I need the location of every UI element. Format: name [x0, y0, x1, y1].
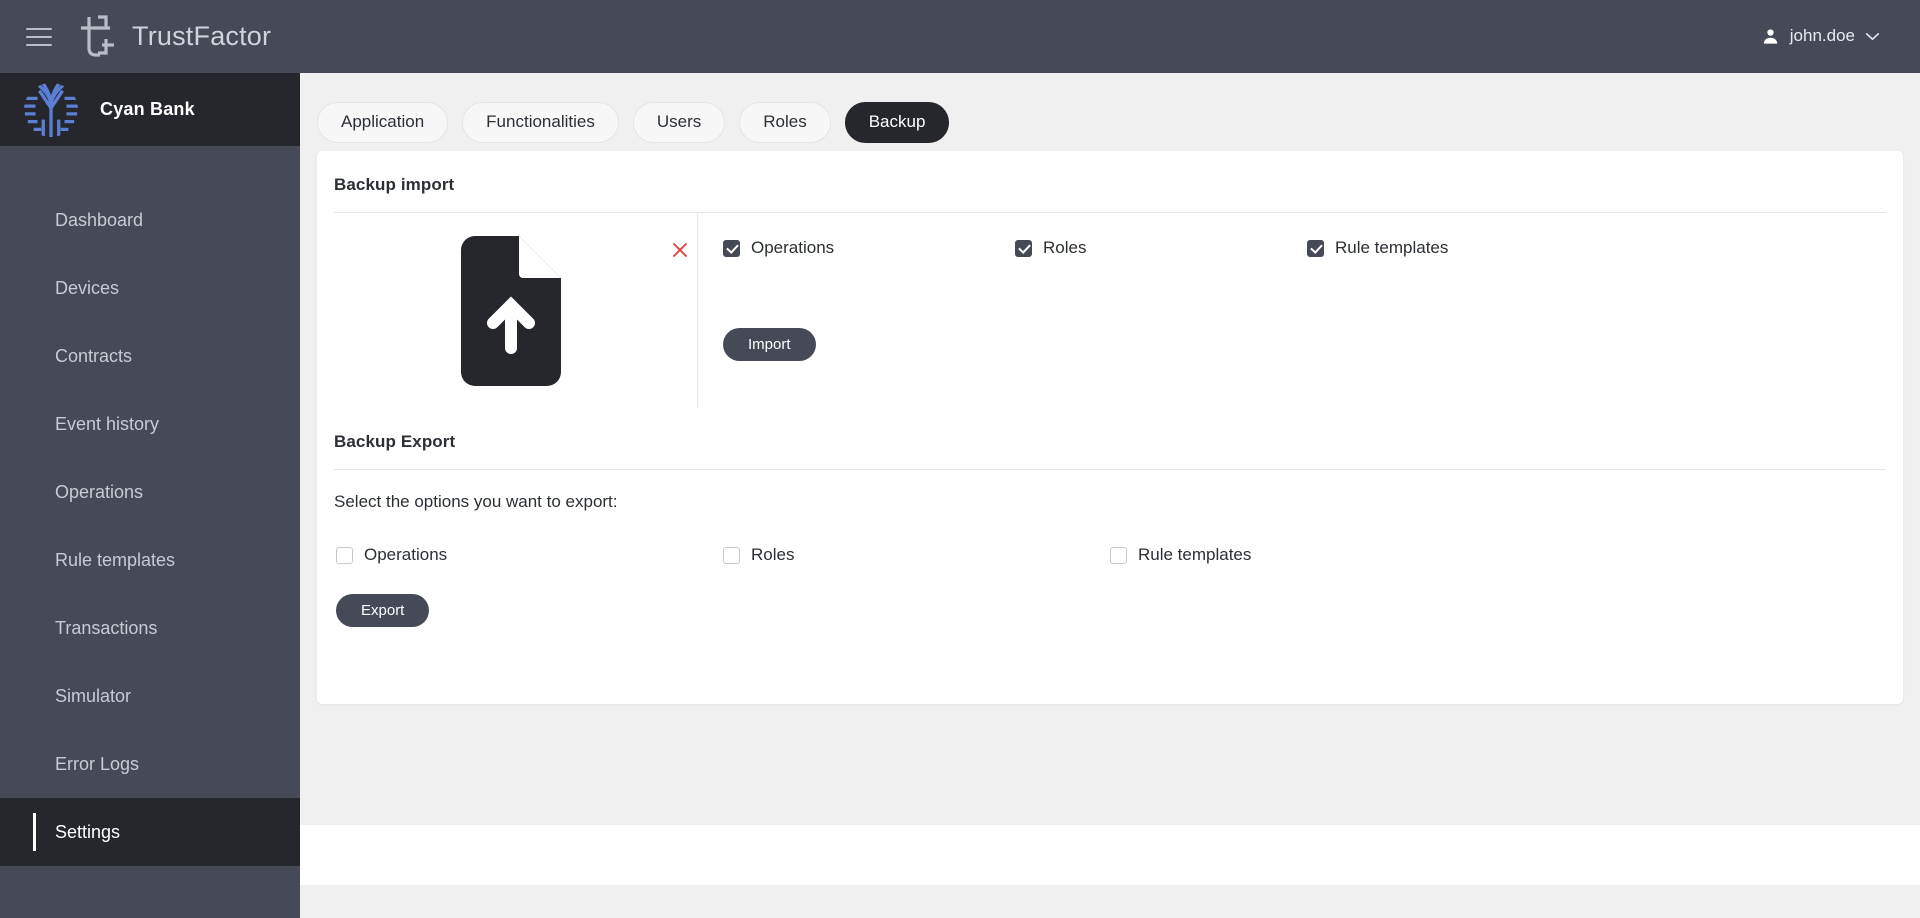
file-drop-zone[interactable]: [317, 213, 697, 408]
export-hint: Select the options you want to export:: [317, 470, 1903, 512]
export-checkbox-group: Operations Roles Rule templates: [317, 512, 1903, 565]
tab-functionalities[interactable]: Functionalities: [462, 102, 619, 143]
import-checkbox-rule-templates[interactable]: Rule templates: [1307, 238, 1448, 258]
tab-label: Functionalities: [486, 112, 595, 132]
settings-tabs: Application Functionalities Users Roles …: [300, 73, 1920, 151]
checkbox-box[interactable]: [1110, 547, 1127, 564]
tab-label: Users: [657, 112, 701, 132]
sidebar-item-label: Operations: [55, 482, 143, 503]
sidebar-item-event-history[interactable]: Event history: [0, 390, 300, 458]
export-button[interactable]: Export: [336, 594, 429, 627]
main-content: Application Functionalities Users Roles …: [300, 73, 1920, 918]
sidebar-item-label: Dashboard: [55, 210, 143, 231]
brand-name: TrustFactor: [132, 21, 271, 52]
user-name: john.doe: [1790, 26, 1855, 46]
sidebar-item-label: Contracts: [55, 346, 132, 367]
hamburger-icon[interactable]: [26, 28, 52, 46]
tab-users[interactable]: Users: [633, 102, 725, 143]
sidebar-item-dashboard[interactable]: Dashboard: [0, 186, 300, 254]
checkbox-label: Roles: [751, 545, 794, 565]
organization-header: Cyan Bank: [0, 73, 300, 146]
import-options: Operations Roles Rule templates Import: [697, 213, 1903, 408]
import-button[interactable]: Import: [723, 328, 816, 361]
sidebar-item-label: Transactions: [55, 618, 157, 639]
sidebar-item-label: Settings: [55, 822, 120, 843]
export-checkbox-roles[interactable]: Roles: [723, 545, 1110, 565]
export-checkbox-rule-templates[interactable]: Rule templates: [1110, 545, 1497, 565]
chevron-down-icon: [1865, 32, 1880, 41]
footer-band: [300, 825, 1920, 885]
sidebar-item-label: Event history: [55, 414, 159, 435]
checkbox-box[interactable]: [723, 547, 740, 564]
file-upload-icon: [453, 236, 561, 386]
sidebar-item-contracts[interactable]: Contracts: [0, 322, 300, 390]
tab-label: Backup: [869, 112, 926, 132]
sidebar-item-operations[interactable]: Operations: [0, 458, 300, 526]
checkbox-box[interactable]: [336, 547, 353, 564]
sidebar-item-settings[interactable]: Settings: [0, 798, 300, 866]
tab-application[interactable]: Application: [317, 102, 448, 143]
sidebar-nav: Dashboard Devices Contracts Event histor…: [0, 146, 300, 866]
close-x-icon[interactable]: [671, 241, 689, 259]
cyan-bank-logo-icon: [22, 81, 80, 139]
top-bar: TrustFactor: [0, 0, 1920, 73]
import-checkbox-roles[interactable]: Roles: [1015, 238, 1307, 258]
checkbox-label: Rule templates: [1335, 238, 1448, 258]
checkbox-label: Operations: [364, 545, 447, 565]
tab-roles[interactable]: Roles: [739, 102, 830, 143]
backup-import-row: Operations Roles Rule templates Import: [317, 213, 1903, 408]
sidebar-item-label: Simulator: [55, 686, 131, 707]
file-preview: [453, 236, 561, 386]
tab-backup[interactable]: Backup: [845, 102, 950, 143]
import-checkbox-group: Operations Roles Rule templates: [723, 238, 1903, 258]
sidebar-item-label: Devices: [55, 278, 119, 299]
sidebar-item-label: Error Logs: [55, 754, 139, 775]
import-checkbox-operations[interactable]: Operations: [723, 238, 1015, 258]
organization-name: Cyan Bank: [100, 99, 195, 120]
sidebar-item-simulator[interactable]: Simulator: [0, 662, 300, 730]
checkbox-box[interactable]: [1015, 240, 1032, 257]
checkbox-label: Roles: [1043, 238, 1086, 258]
sidebar-item-error-logs[interactable]: Error Logs: [0, 730, 300, 798]
backup-import-title: Backup import: [317, 151, 1903, 195]
trustfactor-logo-icon: [76, 15, 116, 59]
tab-label: Roles: [763, 112, 806, 132]
tab-label: Application: [341, 112, 424, 132]
checkbox-label: Rule templates: [1138, 545, 1251, 565]
person-icon: [1761, 27, 1780, 46]
sidebar-item-devices[interactable]: Devices: [0, 254, 300, 322]
checkbox-label: Operations: [751, 238, 834, 258]
sidebar-item-transactions[interactable]: Transactions: [0, 594, 300, 662]
checkbox-box[interactable]: [723, 240, 740, 257]
sidebar-item-label: Rule templates: [55, 550, 175, 571]
export-checkbox-operations[interactable]: Operations: [336, 545, 723, 565]
backup-export-title: Backup Export: [317, 408, 1903, 452]
sidebar-item-rule-templates[interactable]: Rule templates: [0, 526, 300, 594]
user-menu-button[interactable]: john.doe: [1747, 14, 1898, 58]
backup-card: Backup import: [317, 151, 1903, 704]
sidebar: Cyan Bank Dashboard Devices Contracts Ev…: [0, 73, 300, 918]
checkbox-box[interactable]: [1307, 240, 1324, 257]
